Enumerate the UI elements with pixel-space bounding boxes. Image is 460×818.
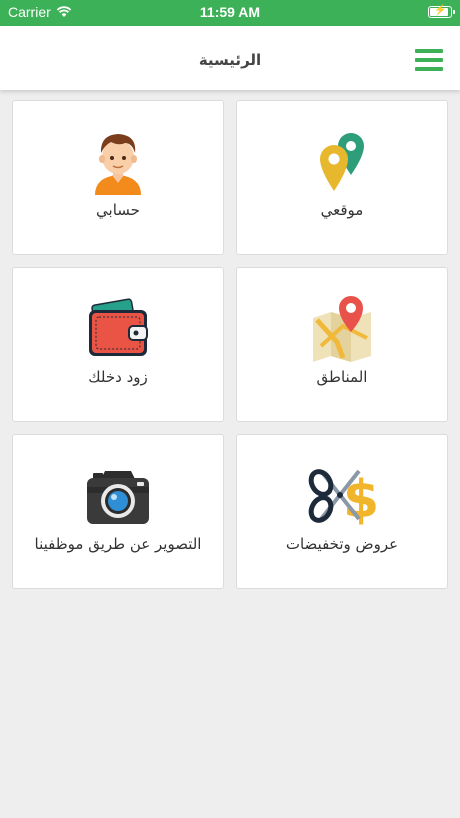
camera-icon [83,463,153,529]
navigation-bar: الرئيسية [0,26,460,90]
wallet-icon [83,296,153,362]
hamburger-menu-icon[interactable] [415,49,443,71]
tile-my-account[interactable]: حسابي [12,100,224,255]
tile-label: زود دخلك [88,368,148,386]
tile-label: عروض وتخفيضات [285,535,399,553]
tile-label: المناطق [316,368,368,386]
tile-increase-income[interactable]: زود دخلك [12,267,224,422]
map-icon [307,296,377,362]
discount-scissors-icon: $ [307,463,377,529]
tile-label: التصوير عن طريق موظفينا [34,535,202,553]
tile-my-location[interactable]: موقعي [236,100,448,255]
tile-label: حسابي [96,201,140,219]
battery-icon: ⚡ [428,5,455,18]
page-title: الرئيسية [198,51,262,69]
tile-photography-service[interactable]: التصوير عن طريق موظفينا [12,434,224,589]
tile-offers-discounts[interactable]: $ عروض وتخفيضات [236,434,448,589]
location-pins-icon [307,129,377,195]
svg-text:$: $ [343,470,377,529]
tile-label: موقعي [320,201,364,219]
user-avatar-icon [83,129,153,195]
home-menu-grid: حسابي موقعي زود دخلك المناطق التصوير عن … [12,100,448,589]
status-time: 11:59 AM [199,4,261,20]
status-bar: Carrier 11:59 AM ⚡ [0,0,460,26]
tile-regions[interactable]: المناطق [236,267,448,422]
